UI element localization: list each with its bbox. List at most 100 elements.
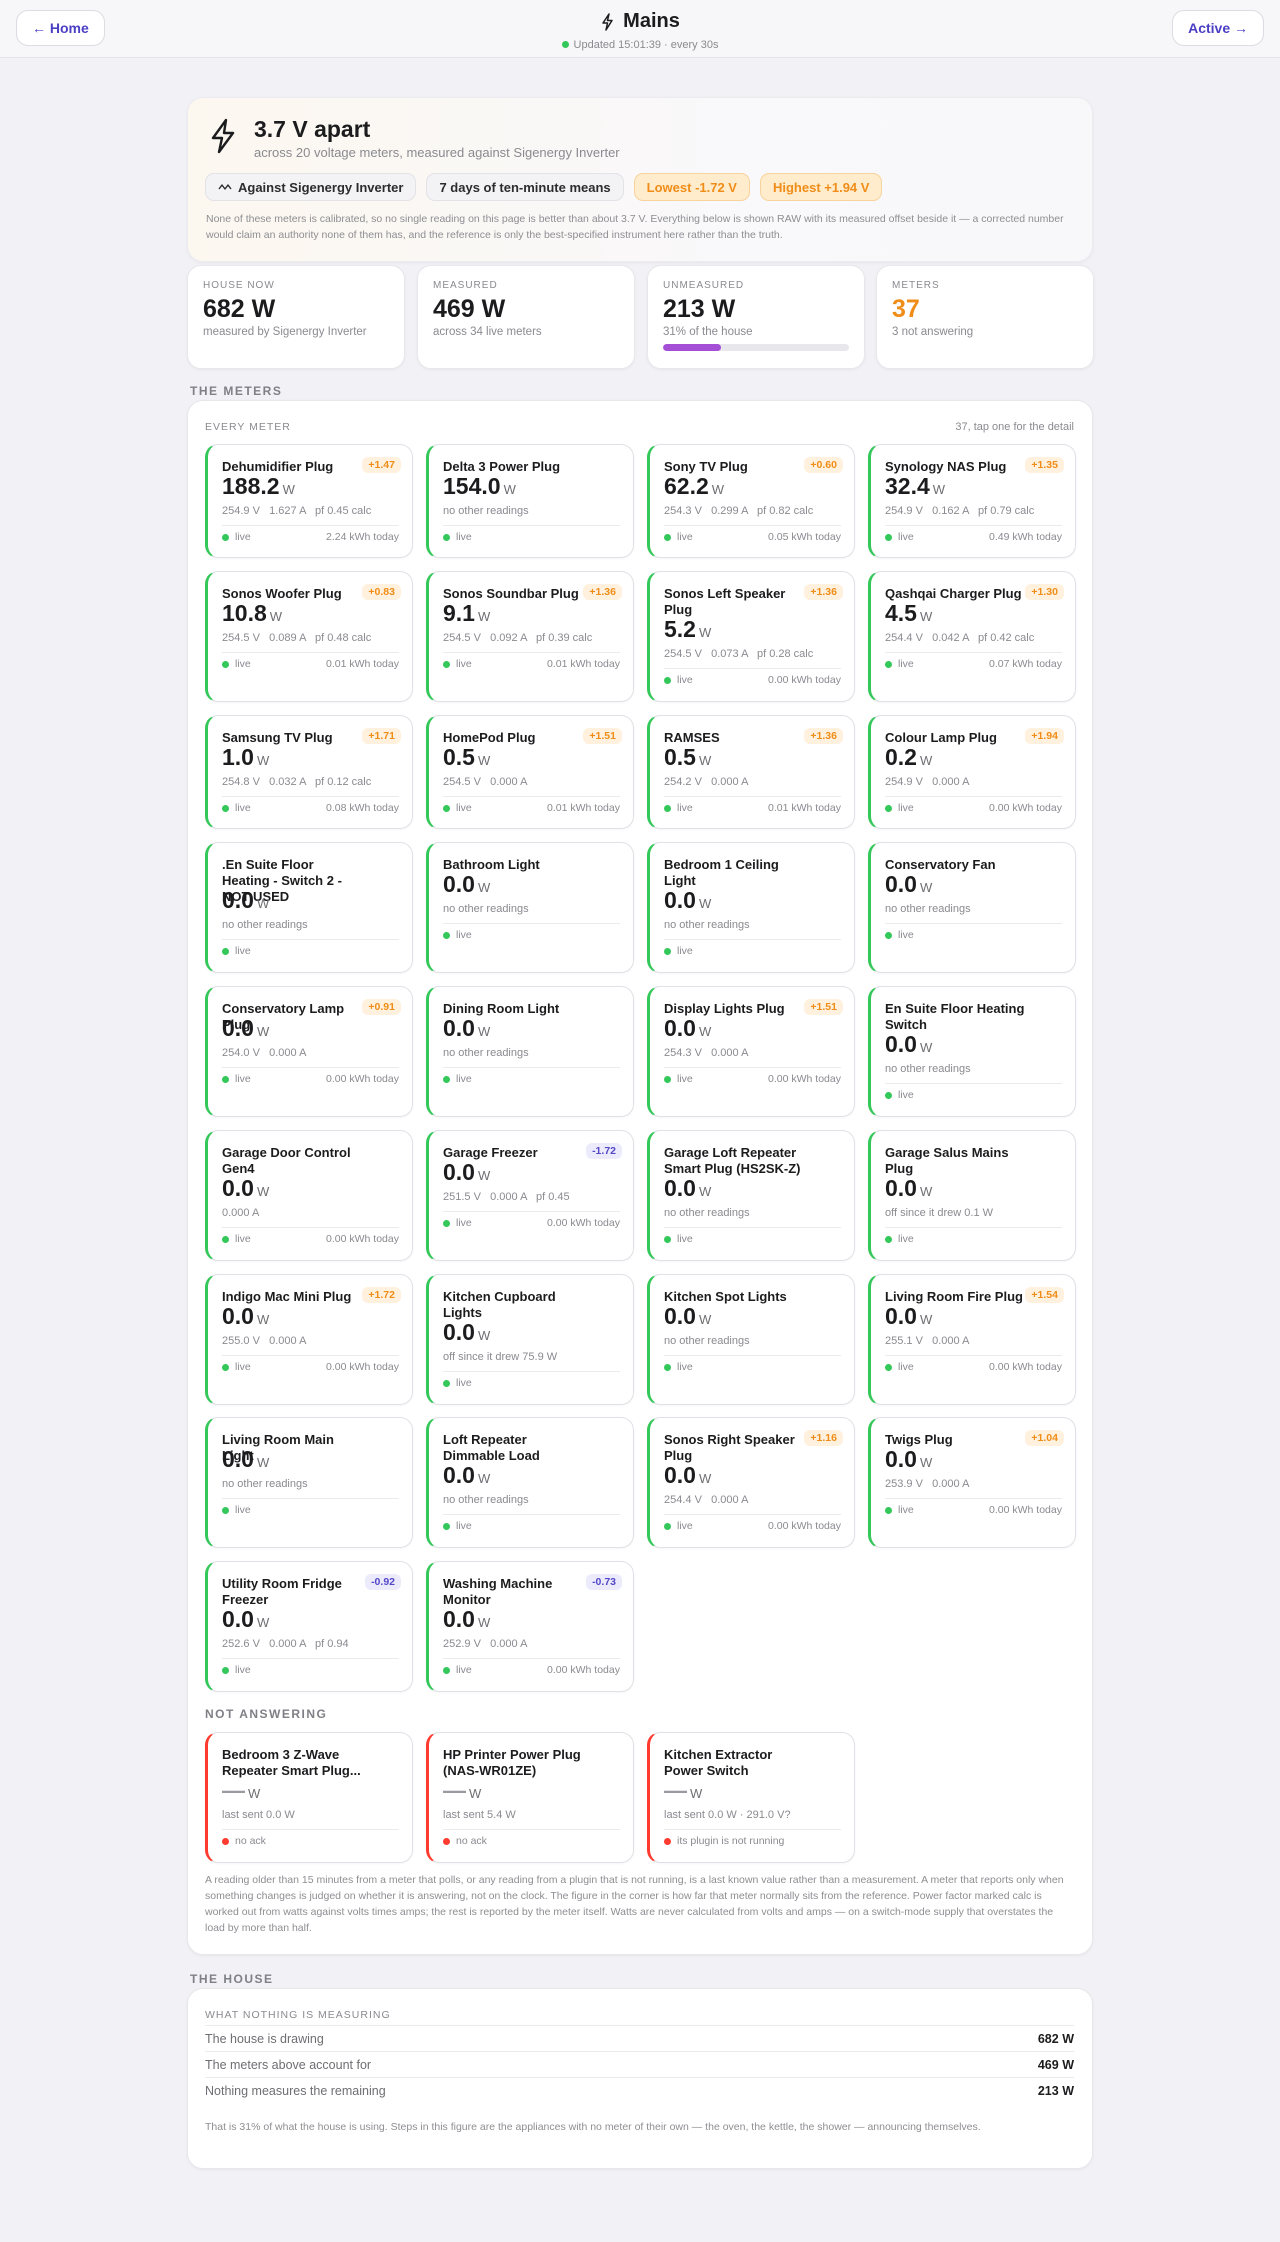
energy-today: 0.00 kWh today <box>547 1664 620 1676</box>
top-bar: ← Home Mains Updated 15:01:39 · every 30… <box>0 0 1280 58</box>
meter-card[interactable]: Utility Room Fridge Freezer -0.92 0.0 W 252.… <box>205 1561 413 1692</box>
voltage-offset-badge: +1.30 <box>1025 584 1064 600</box>
meter-card[interactable]: Indigo Mac Mini Plug +1.72 0.0 W 255.0 V 0.0… <box>205 1274 413 1405</box>
meter-card[interactable]: Sony TV Plug +0.60 62.2 W 254.3 V 0.299 A pf… <box>647 444 855 558</box>
watts-unit: W <box>256 1615 270 1630</box>
card-divider <box>885 652 1062 653</box>
meter-footer: live <box>222 1664 399 1676</box>
status-dot <box>885 533 892 541</box>
meter-footer: live 0.00 kWh today <box>664 674 841 686</box>
meter-card[interactable]: En Suite Floor Heating Switch 0.0 Wno othe… <box>868 986 1076 1117</box>
meter-card[interactable]: RAMSES +1.36 0.5 W 254.2 V 0.000 Alive 0.01 k… <box>647 715 855 829</box>
meter-watts: 0.0 W <box>885 1031 932 1058</box>
meter-card[interactable]: Delta 3 Power Plug 154.0 Wno other reading… <box>426 444 634 558</box>
meter-card[interactable]: Sonos Soundbar Plug +1.36 9.1 W 254.5 V 0.09… <box>426 571 634 702</box>
meter-card[interactable]: Kitchen Spot Lights 0.0 Wno other readings… <box>647 1274 855 1405</box>
active-button[interactable]: Active → <box>1172 10 1264 46</box>
watts-value: 0.0 <box>664 887 696 913</box>
meter-card[interactable]: Dehumidifier Plug +1.47 188.2 W 254.9 V 1.62… <box>205 444 413 558</box>
watts-unit: W <box>256 753 270 768</box>
meter-status: live <box>885 1089 914 1101</box>
meter-card[interactable]: Samsung TV Plug +1.71 1.0 W 254.8 V 0.032 A … <box>205 715 413 829</box>
status-dot <box>222 804 229 812</box>
meter-card[interactable]: Bathroom Light 0.0 Wno other readings live <box>426 842 634 973</box>
watts-value: 0.0 <box>222 1015 254 1041</box>
highest-chip[interactable]: Highest +1.94 V <box>759 173 883 201</box>
meter-card[interactable]: Loft Repeater Dimmable Load 0.0 Wno other … <box>426 1417 634 1548</box>
card-divider <box>664 1514 841 1515</box>
reference-chip[interactable]: Against Sigenergy Inverter <box>205 173 417 201</box>
card-divider <box>222 525 399 526</box>
stat-label: UNMEASURED <box>663 280 745 291</box>
meter-card[interactable]: Colour Lamp Plug +1.94 0.2 W 254.9 V 0.000 A… <box>868 715 1076 829</box>
meter-card[interactable]: Garage Salus Mains Plug 0.0 Woff since it … <box>868 1130 1076 1261</box>
lowest-chip[interactable]: Lowest -1.72 V <box>633 173 750 201</box>
meter-detail: last sent 0.0 W · 291.0 V? <box>664 1809 791 1821</box>
meter-card[interactable]: Living Room Main Light 0.0 Wno other readi… <box>205 1417 413 1548</box>
meter-name: Garage Loft Repeater Smart Plug (HS2SK-Z… <box>664 1145 801 1176</box>
status-text: live <box>677 1361 693 1373</box>
meter-footer: live <box>664 1361 841 1373</box>
house-row: The house is drawing 682 W <box>205 2025 1074 2051</box>
watts-unit: W <box>919 880 933 895</box>
offline-meter-card[interactable]: Bedroom 3 Z-Wave Repeater Smart Plug... —… <box>205 1732 413 1863</box>
energy-today: 0.01 kWh today <box>768 802 841 814</box>
meter-footer: no ack <box>443 1835 620 1847</box>
meter-footer: live 0.01 kWh today <box>664 802 841 814</box>
title-text: Mains <box>623 10 680 32</box>
meter-card[interactable]: Garage Loft Repeater Smart Plug (HS2SK-Z… <box>647 1130 855 1261</box>
status-dot <box>443 1837 450 1845</box>
meter-card[interactable]: Sonos Right Speaker Plug +1.16 0.0 W 254.4 V… <box>647 1417 855 1548</box>
watts-unit: W <box>282 482 295 497</box>
meter-card[interactable]: Bedroom 1 Ceiling Light 0.0 Wno other read… <box>647 842 855 973</box>
meter-card[interactable]: Display Lights Plug +1.51 0.0 W 254.3 V 0.00… <box>647 986 855 1117</box>
meter-footer: live 2.24 kWh today <box>222 531 399 543</box>
watts-unit: W <box>698 1184 712 1199</box>
meter-card[interactable]: Washing Machine Monitor -0.73 0.0 W 252.9 V … <box>426 1561 634 1692</box>
voltage-offset-badge: +1.16 <box>804 1430 843 1446</box>
meter-card[interactable]: Synology NAS Plug +1.35 32.4 W 254.9 V 0.162… <box>868 444 1076 558</box>
meter-card[interactable]: .En Suite Floor Heating - Switch 2 - NOT… <box>205 842 413 973</box>
status-dot <box>885 1091 892 1099</box>
meter-card[interactable]: Sonos Woofer Plug +0.83 10.8 W 254.5 V 0.089… <box>205 571 413 702</box>
meter-detail: no other readings <box>885 1063 971 1075</box>
watts-value: 9.1 <box>443 600 475 626</box>
status-text: live <box>456 1664 472 1676</box>
meter-footer: live 0.49 kWh today <box>885 531 1062 543</box>
status-dot <box>443 660 450 668</box>
meter-card[interactable]: Garage Door Control Gen4 0.0 W 0.000 A live 0… <box>205 1130 413 1261</box>
status-dot <box>885 931 892 939</box>
card-divider <box>664 1067 841 1068</box>
meter-detail: no other readings <box>664 919 750 931</box>
meter-card[interactable]: Kitchen Cupboard Lights 0.0 Woff since it … <box>426 1274 634 1405</box>
watts-unit: W <box>698 753 712 768</box>
meter-status: live <box>222 945 251 957</box>
meter-card[interactable]: Living Room Fire Plug +1.54 0.0 W 255.1 V 0.… <box>868 1274 1076 1405</box>
meter-status: live <box>443 1664 472 1676</box>
energy-today: 0.07 kWh today <box>989 658 1062 670</box>
meter-watts: 0.0 W <box>443 1462 490 1489</box>
meter-footer: live 0.00 kWh today <box>443 1664 620 1676</box>
meter-card[interactable]: Dining Room Light 0.0 Wno other readings li… <box>426 986 634 1117</box>
meter-card[interactable]: Sonos Left Speaker Plug +1.36 5.2 W 254.5 V … <box>647 571 855 702</box>
meter-watts: — W <box>222 1777 260 1804</box>
meter-footer: live <box>664 1233 841 1245</box>
meter-card[interactable]: Qashqai Charger Plug +1.30 4.5 W 254.4 V 0.0… <box>868 571 1076 702</box>
meter-status: live <box>443 802 472 814</box>
offline-meter-card[interactable]: HP Printer Power Plug (NAS-WR01ZE) — Wlast… <box>426 1732 634 1863</box>
status-text: no ack <box>235 1835 266 1847</box>
window-chip[interactable]: 7 days of ten-minute means <box>426 173 624 201</box>
meter-card[interactable]: Conservatory Lamp Plug +0.91 0.0 W 254.0 V 0… <box>205 986 413 1117</box>
meter-card[interactable]: Conservatory Fan 0.0 Wno other readings liv… <box>868 842 1076 973</box>
meter-card[interactable]: Twigs Plug +1.04 0.0 W 253.9 V 0.000 Alive 0.… <box>868 1417 1076 1548</box>
meter-card[interactable]: Garage Freezer -1.72 0.0 W 251.5 V 0.000 A p… <box>426 1130 634 1261</box>
energy-today: 0.01 kWh today <box>547 802 620 814</box>
meter-detail: 252.6 V 0.000 A pf 0.94 <box>222 1638 349 1650</box>
offline-meter-card[interactable]: Kitchen Extractor Power Switch — Wlast sen… <box>647 1732 855 1863</box>
reference-chips: Against Sigenergy Inverter 7 days of ten… <box>205 173 883 201</box>
meter-card[interactable]: HomePod Plug +1.51 0.5 W 254.5 V 0.000 Alive… <box>426 715 634 829</box>
meter-name: HP Printer Power Plug (NAS-WR01ZE) <box>443 1747 581 1778</box>
watts-value: 188.2 <box>222 473 280 499</box>
card-divider <box>443 652 620 653</box>
status-text: live <box>235 1233 251 1245</box>
